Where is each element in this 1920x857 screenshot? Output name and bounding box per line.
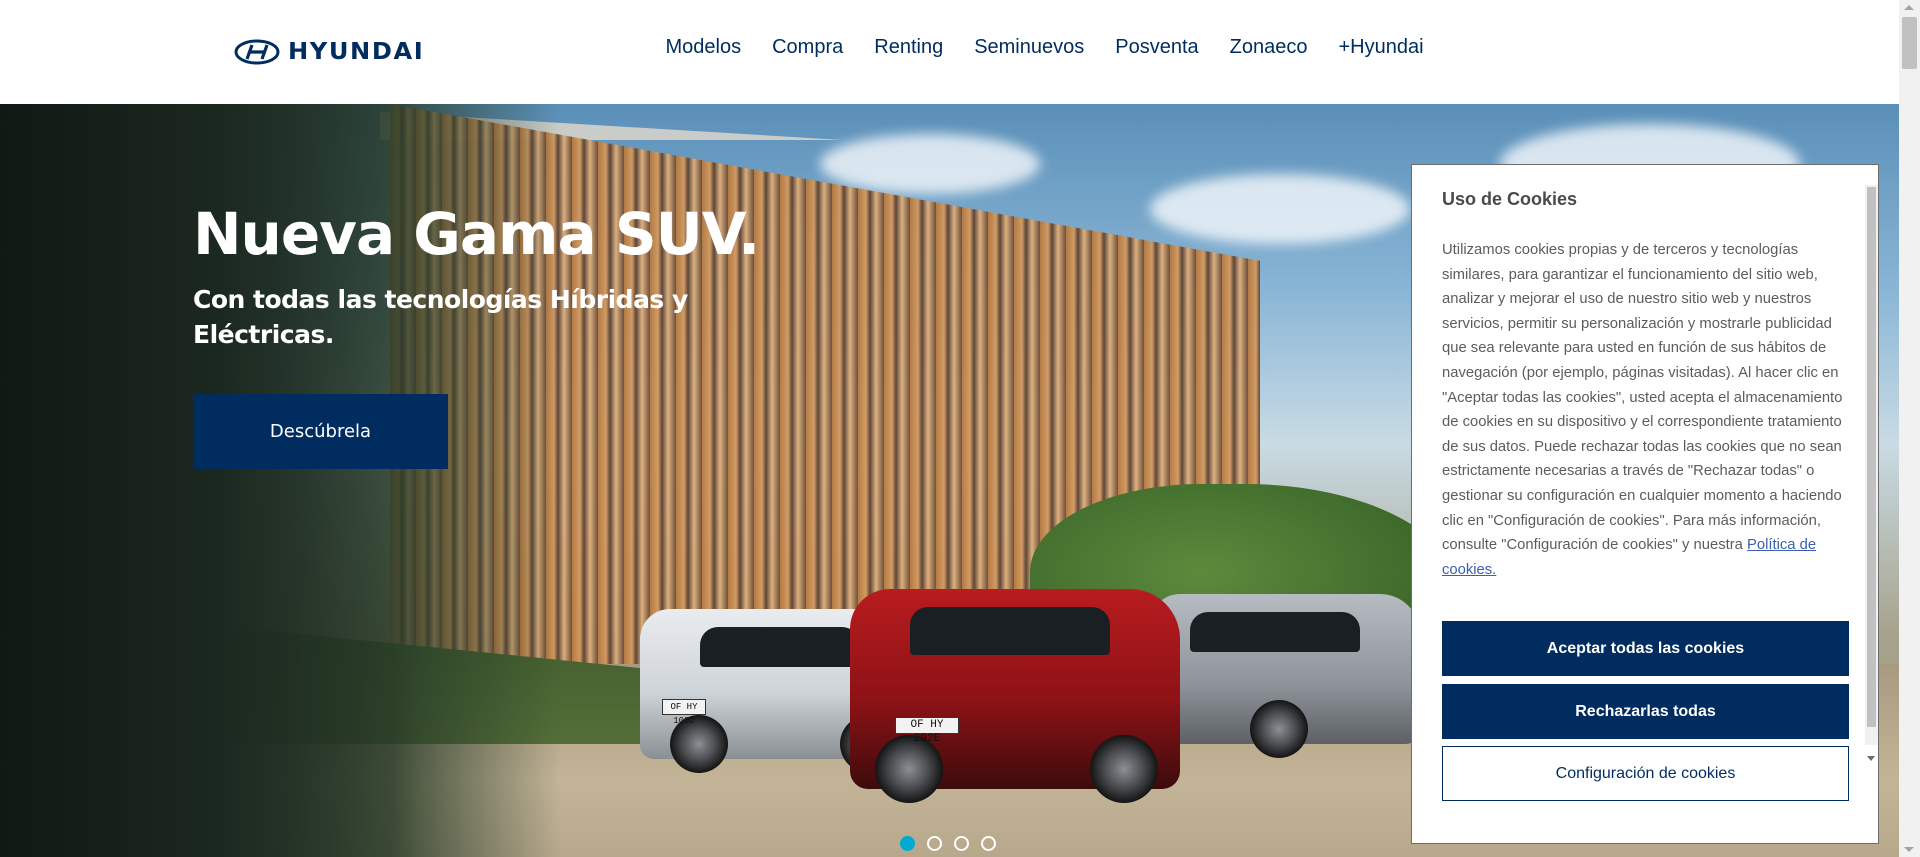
carousel-dot-3[interactable] [954,836,969,851]
cookie-title: Uso de Cookies [1442,189,1578,209]
cloud-image [1150,174,1410,244]
scroll-up-arrow-icon[interactable] [1904,5,1914,10]
license-plate: OF HY 292E [895,717,959,745]
scrollbar-thumb[interactable] [1902,17,1917,69]
hero-subtitle: Con todas las tecnologías Híbridas y Elé… [193,285,688,349]
nav-item-renting[interactable]: Renting [859,36,959,59]
carousel-dot-1[interactable] [900,836,915,851]
carousel-dot-2[interactable] [927,836,942,851]
nav-item-seminuevos[interactable]: Seminuevos [959,36,1100,59]
scroll-down-arrow-icon[interactable] [1867,756,1875,761]
nav-item-modelos[interactable]: Modelos [650,36,757,59]
cookie-settings-button[interactable]: Configuración de cookies [1442,746,1849,801]
car-red-image: OF HY 292E [850,589,1180,803]
logo-wordmark: HYUNDAI [288,39,425,65]
nav-item-zonaeco[interactable]: Zonaeco [1214,36,1323,59]
nav-item-compra[interactable]: Compra [757,36,859,59]
hero-title: Nueva Gama SUV. [193,200,760,268]
car-wheel [1250,700,1308,758]
cookie-body-text: Utilizamos cookies propias y de terceros… [1442,242,1843,554]
carousel-dot-4[interactable] [981,836,996,851]
cloud-image [820,134,1040,194]
site-header: HYUNDAI Modelos Compra Renting Seminuevo… [0,0,1899,104]
main-nav: Modelos Compra Renting Seminuevos Posven… [650,36,1439,59]
cookie-scrollbar-thumb[interactable] [1867,187,1876,727]
accept-all-cookies-button[interactable]: Aceptar todas las cookies [1442,621,1849,676]
car-silver-image [1150,594,1420,758]
discover-button[interactable]: Descúbrela [193,394,448,469]
nav-item-mas-hyundai[interactable]: +Hyundai [1323,36,1439,59]
license-plate: OF HY 1002 [662,699,706,726]
scroll-down-arrow-icon[interactable] [1904,847,1914,852]
car-wheel [1090,735,1158,803]
carousel-dots [900,836,996,851]
hyundai-emblem-icon [234,39,280,65]
reject-all-cookies-button[interactable]: Rechazarlas todas [1442,684,1849,739]
car-window [1190,612,1360,652]
page-scrollbar[interactable] [1899,0,1920,857]
car-window [700,627,860,667]
car-window [910,607,1110,655]
hyundai-logo[interactable]: HYUNDAI [234,37,426,67]
nav-item-posventa[interactable]: Posventa [1100,36,1214,59]
cookie-description: Utilizamos cookies propias y de terceros… [1442,238,1855,582]
cookie-panel-scrollbar[interactable] [1865,185,1878,761]
cookie-consent-panel: Uso de Cookies Utilizamos cookies propia… [1411,164,1879,844]
